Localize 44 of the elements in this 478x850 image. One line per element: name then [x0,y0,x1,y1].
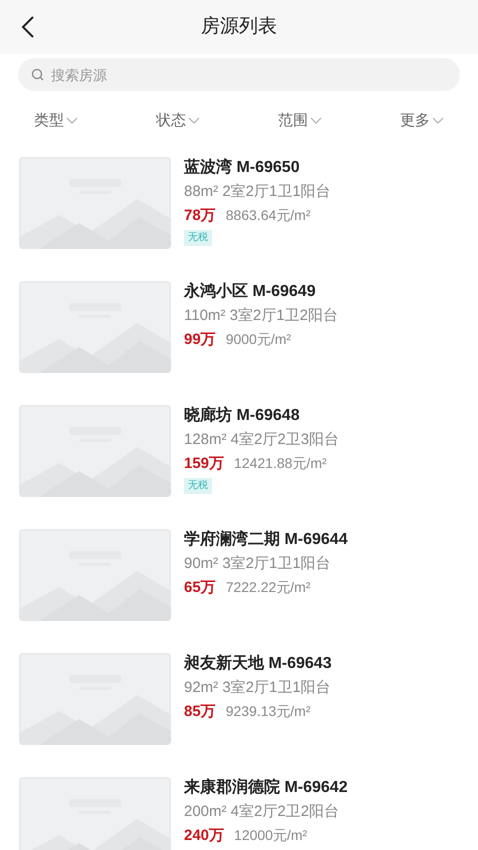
listing-specs: 92m² 3室2厅1卫1阳台 [184,678,332,698]
listing-price: 240万 [184,826,224,846]
chevron-down-icon [432,117,444,125]
filter-dropdown[interactable]: 更多 [400,110,444,132]
unit-price: 8863.64元/m² [226,206,311,225]
tag: 无税 [184,478,212,494]
listing-item[interactable]: 蓝波湾 M-69650 88m² 2室2厅1卫1阳台 78万 8863.64元/m² 无税 [0,157,478,281]
filter-dropdown[interactable]: 类型 [34,110,78,132]
listing-item[interactable]: 晓廊坊 M-69648 128m² 4室2厅2卫3阳台 159万 12421.88元/m² 无税 [0,405,478,529]
listing-title: 蓝波湾 M-69650 [184,157,301,178]
search-icon [31,68,44,81]
tag: 无税 [184,230,212,246]
filter-dropdown[interactable]: 范围 [278,110,322,132]
chevron-down-icon [310,117,322,125]
listing-item[interactable]: 学府澜湾二期 M-69644 90m² 3室2厅1卫1阳台 65万 7222.22元/m² [0,529,478,653]
listing-price: 159万 [184,454,224,474]
unit-price: 9000元/m² [226,330,292,349]
listing-item[interactable]: 昶友新天地 M-69643 92m² 3室2厅1卫1阳台 85万 9239.13元/m² [0,653,478,777]
listing-price: 78万 [184,206,216,226]
chevron-down-icon [66,117,78,125]
listing-specs: 128m² 4室2厅2卫3阳台 [184,430,340,450]
filter-dropdown[interactable]: 状态 [156,110,200,132]
unit-price: 9239.13元/m² [226,702,311,721]
search-field[interactable]: 搜索房源 [18,58,460,91]
listing-title: 昶友新天地 M-69643 [184,653,332,674]
listing-title: 永鸿小区 M-69649 [184,281,317,302]
listing-title: 来康郡润德院 M-69642 [184,777,348,798]
listing-title: 晓廊坊 M-69648 [184,405,301,426]
listing-specs: 88m² 2室2厅1卫1阳台 [184,182,331,202]
listing-title: 学府澜湾二期 M-69644 [184,529,348,550]
chevron-down-icon [188,117,200,125]
unit-price: 12421.88元/m² [234,454,327,473]
listing-price: 99万 [184,330,216,350]
listing-specs: 110m² 3室2厅1卫2阳台 [184,306,338,326]
listing-specs: 90m² 3室2厅1卫1阳台 [184,554,332,574]
listing-price: 65万 [184,578,216,598]
listing-item[interactable]: 来康郡润德院 M-69642 200m² 4室2厅2卫2阳台 240万 12000元/m² [0,777,478,850]
page-title: 房源列表 [201,14,277,39]
listing-price: 85万 [184,702,216,722]
listing-item[interactable]: 永鸿小区 M-69649 110m² 3室2厅1卫2阳台 99万 9000元/m² [0,281,478,405]
unit-price: 12000元/m² [234,826,308,845]
listing-specs: 200m² 4室2厅2卫2阳台 [184,802,340,822]
unit-price: 7222.22元/m² [226,578,311,597]
back-icon [21,15,35,39]
